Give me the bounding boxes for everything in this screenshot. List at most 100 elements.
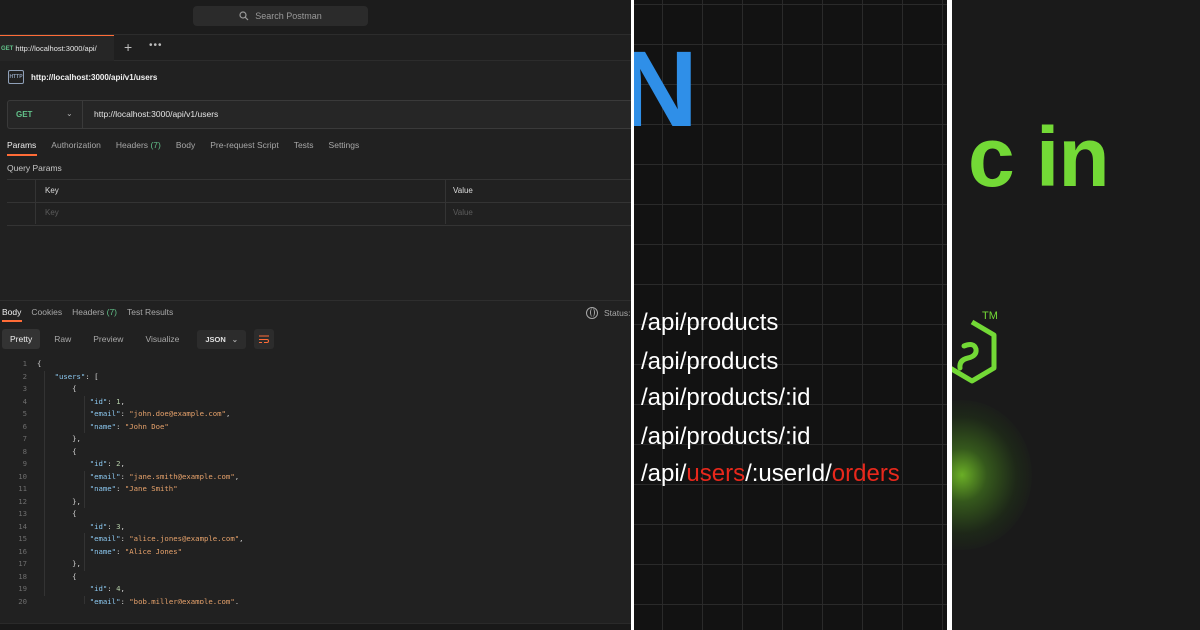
route-path: /api/products <box>641 309 778 337</box>
view-pretty-button[interactable]: Pretty <box>2 329 41 349</box>
request-tab[interactable]: GET http://localhost:3000/api/ <box>0 35 114 61</box>
code-token: , <box>234 596 240 605</box>
line-number: 10 <box>18 471 27 481</box>
resp-tab-test-results[interactable]: Test Results <box>127 307 173 317</box>
wrap-lines-button[interactable] <box>254 329 275 349</box>
code-token: "id" <box>89 396 108 406</box>
heading-fragment: c in <box>968 110 1110 204</box>
code-token: : <box>107 521 117 531</box>
route-highlight: orders <box>831 460 900 487</box>
tab-authorization[interactable]: Authorization <box>51 140 101 150</box>
line-number: 13 <box>18 509 27 518</box>
code-token: : <box>120 409 130 418</box>
code-token: "id" <box>89 459 108 468</box>
code-text: "email": "alice.jones@example.com", <box>37 533 244 546</box>
line-number: 4 <box>22 396 27 406</box>
code-text: "name": "Jane Smith" <box>37 483 178 496</box>
request-tab-row: GET http://localhost:3000/api/ + ••• <box>0 35 631 61</box>
code-text: { <box>37 446 76 459</box>
routes-panel: N /api/products/api/products/api/product… <box>634 0 947 630</box>
route-path: /api/products <box>641 348 778 376</box>
url-input[interactable]: http://localhost:3000/api/v1/users <box>94 109 218 119</box>
code-token: , <box>120 459 125 468</box>
code-text: "id": 3, <box>37 521 125 534</box>
table-row: Key Value <box>7 202 631 224</box>
route-segment: /api/products <box>641 309 779 336</box>
view-preview-button[interactable]: Preview <box>85 329 131 349</box>
resp-tab-body[interactable]: Body <box>2 307 21 317</box>
key-header: Key <box>45 186 59 195</box>
code-token: "email" <box>89 534 121 543</box>
route-segment: /api/products <box>641 348 779 375</box>
postman-top-bar: Search Postman <box>0 0 631 35</box>
response-body-code[interactable]: 1 {2 "users": [3 {4 "id": 1, 5 "email": "j… <box>0 358 631 604</box>
line-number: 12 <box>18 496 27 506</box>
format-select[interactable]: JSON ⌄ <box>197 329 247 349</box>
view-visualize-button[interactable]: Visualize <box>137 329 187 349</box>
tab-params[interactable]: Params <box>7 140 36 150</box>
route-segment: /api/products/:id <box>641 384 811 411</box>
checkbox-column <box>7 180 36 202</box>
line-number: 8 <box>22 446 27 456</box>
new-tab-button[interactable]: + <box>124 39 132 55</box>
glow-decoration <box>952 400 1032 550</box>
code-text: { <box>37 508 76 521</box>
line-number: 15 <box>18 534 27 543</box>
tab-headers-count: (7) <box>150 140 161 150</box>
code-token: , <box>239 534 244 543</box>
tab-headers[interactable]: Headers (7) <box>116 140 161 150</box>
code-token: "Jane Smith" <box>124 484 178 493</box>
key-input[interactable]: Key <box>45 208 59 217</box>
globe-icon[interactable] <box>586 307 598 319</box>
tab-body[interactable]: Body <box>176 140 195 150</box>
code-token: { <box>37 571 77 581</box>
line-number: 16 <box>18 546 27 556</box>
code-token: "users" <box>54 371 86 381</box>
tab-headers-label: Headers <box>115 140 149 150</box>
value-input[interactable]: Value <box>445 202 473 224</box>
table-header-row: Key Value <box>7 180 631 203</box>
line-number: 6 <box>22 421 27 431</box>
status-bar <box>0 623 631 630</box>
search-postman-box[interactable]: Search Postman <box>193 6 368 26</box>
code-text: }, <box>37 496 81 509</box>
code-token: , <box>120 584 125 593</box>
method-select[interactable]: GET ⌄ <box>8 101 83 128</box>
code-token: "email" <box>89 596 121 605</box>
code-text: "id": 4, <box>37 583 125 596</box>
tab-tests[interactable]: Tests <box>294 140 314 150</box>
code-text: "id": 2, <box>37 458 125 471</box>
search-placeholder: Search Postman <box>255 11 322 21</box>
code-token: : <box>120 534 130 543</box>
hexagon-logo-icon <box>952 319 997 384</box>
code-text: }, <box>37 433 81 446</box>
response-divider[interactable] <box>0 300 631 301</box>
row-checkbox[interactable] <box>7 202 36 224</box>
tab-more-button[interactable]: ••• <box>149 40 163 51</box>
query-params-label: Query Params <box>7 163 62 173</box>
tab-pre-request-script[interactable]: Pre-request Script <box>210 140 279 150</box>
response-status: Status: <box>586 307 630 319</box>
code-token: : <box>116 546 125 556</box>
resp-tab-cookies[interactable]: Cookies <box>31 307 62 317</box>
active-response-tab-indicator <box>2 320 22 322</box>
code-text: "users": [ <box>37 371 99 384</box>
tab-settings[interactable]: Settings <box>329 140 360 150</box>
route-segment: /api/ <box>641 460 687 487</box>
code-text: "email": "bob.miller@example.com", <box>37 596 239 605</box>
code-token: "name" <box>89 546 117 556</box>
view-raw-button[interactable]: Raw <box>46 329 79 349</box>
route-segment: /:userId/ <box>745 460 832 487</box>
response-view-bar: Pretty Raw Preview Visualize JSON ⌄ <box>2 329 275 349</box>
heading-letter: N <box>634 28 698 149</box>
resp-tab-headers[interactable]: Headers (7) <box>72 307 117 317</box>
code-token: , <box>120 521 125 531</box>
status-label: Status: <box>604 308 631 318</box>
method-select-value: GET <box>16 110 33 119</box>
code-token: , <box>225 409 231 418</box>
line-number: 20 <box>18 596 27 605</box>
